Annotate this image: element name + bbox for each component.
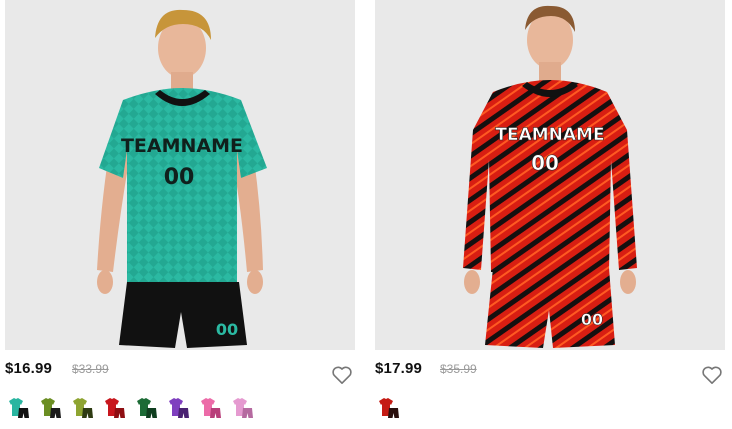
jersey-number: 00	[531, 151, 559, 175]
product-image[interactable]: TEAMNAME 00 00	[5, 0, 355, 350]
color-swatches	[5, 395, 255, 421]
price-row: $16.99 $33.99	[5, 350, 355, 390]
kit-icon	[233, 398, 253, 418]
kit-icon	[137, 398, 157, 418]
kit-icon	[201, 398, 221, 418]
wishlist-heart-icon[interactable]	[331, 365, 353, 385]
shorts-number: 00	[216, 320, 238, 339]
product-card[interactable]: TEAMNAME 00 00 $17.99 $35.99	[375, 0, 725, 390]
kit-icon	[105, 398, 125, 418]
original-price: $35.99	[440, 362, 477, 376]
color-swatch-light-pink[interactable]	[229, 395, 255, 421]
jersey-team-name: TEAMNAME	[495, 125, 604, 145]
player-illustration: TEAMNAME 00 00	[97, 9, 267, 348]
color-swatch-purple[interactable]	[165, 395, 191, 421]
kit-icon	[379, 398, 399, 418]
product-image[interactable]: TEAMNAME 00 00	[375, 0, 725, 350]
sale-price: $17.99	[375, 360, 423, 377]
kit-icon	[9, 398, 29, 418]
kit-icon	[41, 398, 61, 418]
color-swatch-teal-black[interactable]	[5, 395, 31, 421]
sale-price: $16.99	[5, 360, 53, 377]
jersey-team-name: TEAMNAME	[121, 135, 243, 157]
color-swatch-olive-green[interactable]	[69, 395, 95, 421]
jersey-number: 00	[164, 165, 195, 190]
color-swatch-forest-green[interactable]	[133, 395, 159, 421]
price-row: $17.99 $35.99	[375, 350, 725, 390]
product-card[interactable]: TEAMNAME 00 00 $16.99 $33.99	[5, 0, 355, 390]
wishlist-heart-icon[interactable]	[701, 365, 723, 385]
color-swatch-red-black[interactable]	[375, 395, 401, 421]
color-swatches	[375, 395, 401, 421]
color-swatch-green-black[interactable]	[37, 395, 63, 421]
color-swatch-pink[interactable]	[197, 395, 223, 421]
original-price: $33.99	[72, 362, 109, 376]
color-swatch-red-white[interactable]	[101, 395, 127, 421]
kit-icon	[73, 398, 93, 418]
kit-icon	[169, 398, 189, 418]
shorts-number: 00	[581, 310, 603, 329]
player-illustration: TEAMNAME 00 00	[463, 5, 637, 348]
